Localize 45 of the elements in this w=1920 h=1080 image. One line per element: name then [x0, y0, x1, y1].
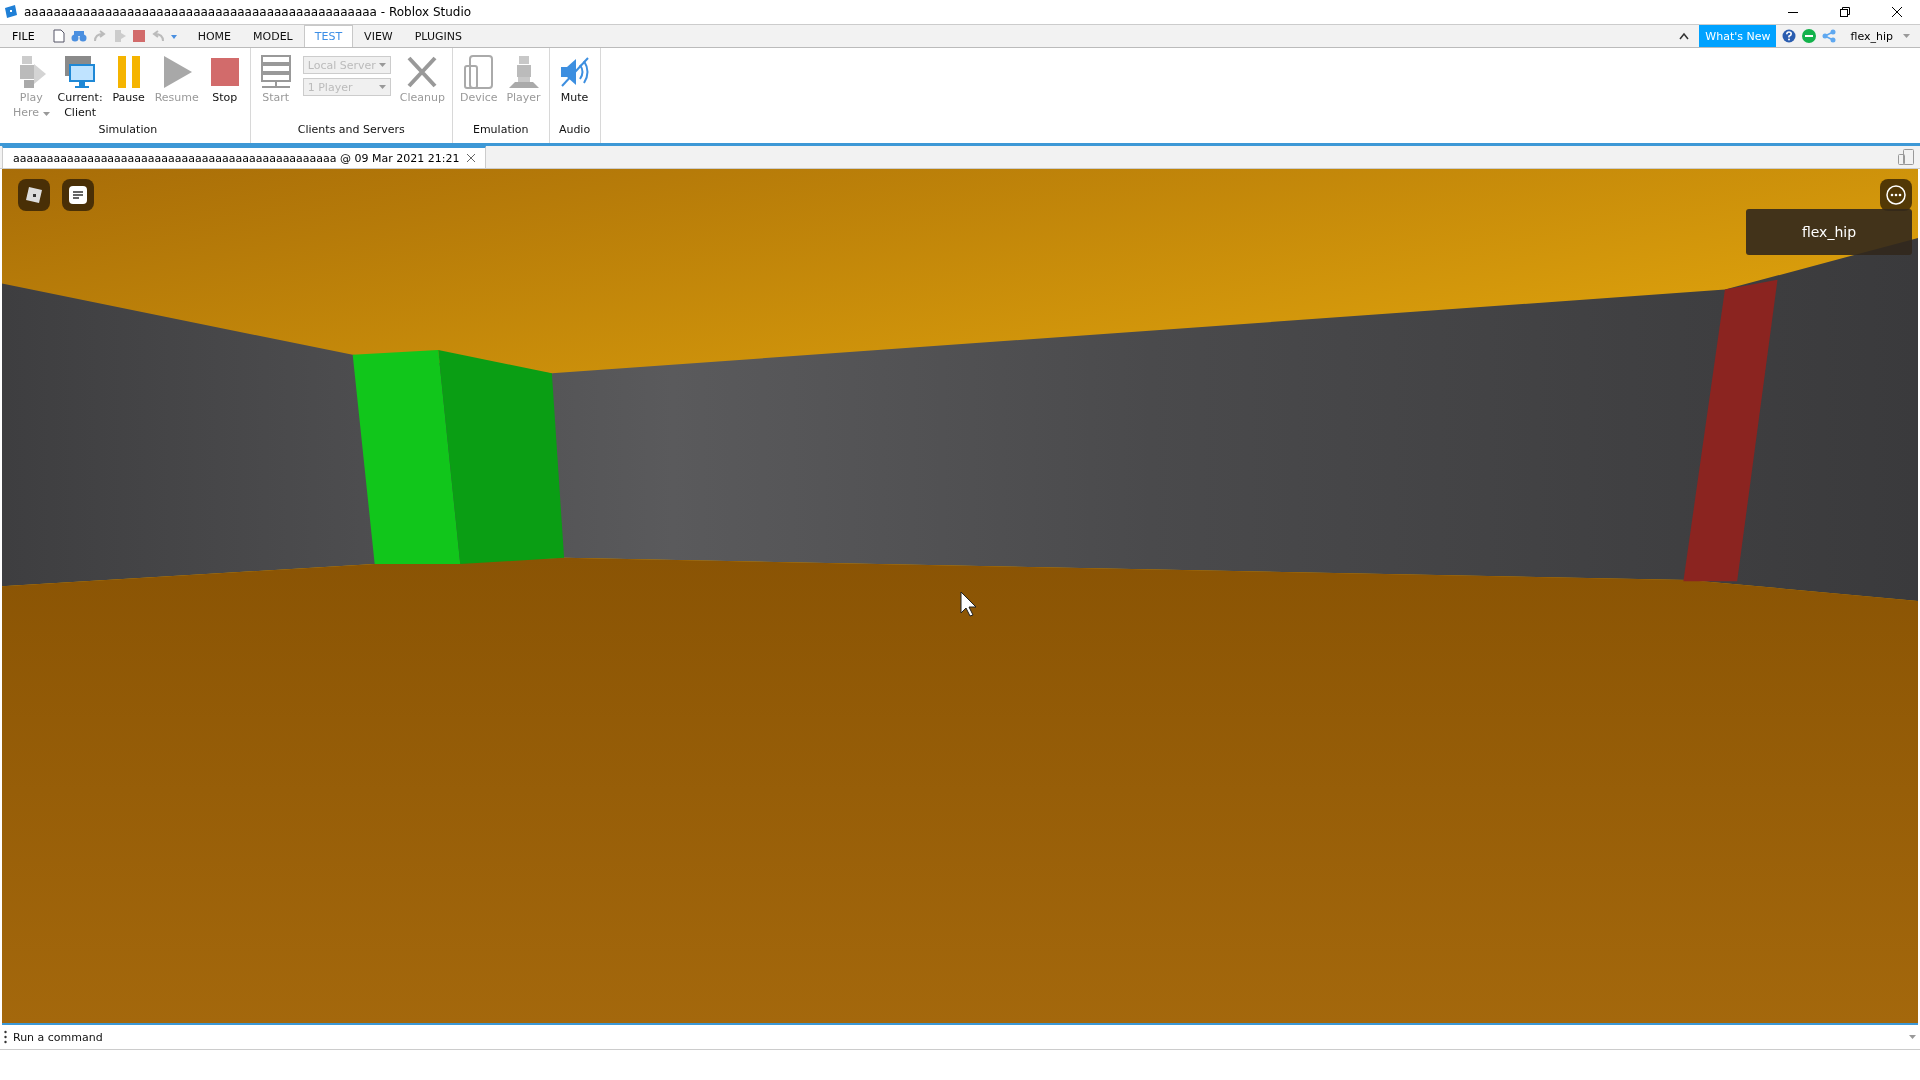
player-name-label: flex_hip [1746, 209, 1912, 255]
chat-button[interactable] [62, 179, 94, 211]
cursor-icon [960, 591, 978, 617]
window-title: aaaaaaaaaaaaaaaaaaaaaaaaaaaaaaaaaaaaaaaaaaaaaaaa - Roblox Studio [24, 5, 473, 19]
ribbon-tab[interactable]: PLUGINS [403, 25, 473, 47]
caret-icon[interactable] [170, 33, 177, 39]
chat-icon [69, 186, 87, 204]
ribbon-tab[interactable]: MODEL [242, 25, 304, 47]
roblox-logo-icon [25, 186, 43, 204]
ribbon-button[interactable]: Mute [553, 54, 596, 123]
ribbon-tab[interactable]: VIEW [353, 25, 404, 47]
caret-icon [378, 63, 386, 67]
file-menu[interactable]: FILE [0, 25, 47, 47]
group-label: Audio [557, 123, 592, 138]
ribbon-button[interactable]: Pause [107, 54, 150, 123]
roblox-menu-button[interactable] [18, 179, 50, 211]
new-file-icon[interactable] [52, 29, 65, 43]
user-menu[interactable]: flex_hip [1846, 25, 1897, 47]
group-label: Simulation [97, 123, 159, 138]
more-button[interactable] [1880, 179, 1912, 211]
caret-icon [1903, 34, 1910, 38]
minimize-icon[interactable] [1788, 11, 1798, 13]
ribbon-button[interactable]: Current: Client [54, 54, 106, 123]
caret-icon [1909, 1035, 1916, 1039]
document-tab[interactable]: aaaaaaaaaaaaaaaaaaaaaaaaaaaaaaaaaaaaaaaaaaaaaaaa @ 09 Mar 2021 21:21 [2, 146, 487, 168]
group-label: Emulation [471, 123, 530, 138]
ribbon-button[interactable]: Stop [203, 54, 246, 123]
caret-icon [42, 112, 50, 116]
caret-icon [378, 85, 386, 89]
monitor-icon [63, 54, 98, 90]
chevron-up-icon[interactable] [1679, 32, 1690, 40]
grip-icon[interactable] [4, 1030, 7, 1044]
binoculars-icon[interactable] [70, 30, 87, 42]
device-icon[interactable] [1898, 149, 1914, 165]
restore-icon[interactable] [1840, 7, 1850, 17]
more-icon [1886, 185, 1906, 205]
status-icon[interactable] [1802, 29, 1817, 43]
app-logo-icon [4, 5, 18, 19]
group-label: Clients and Servers [296, 123, 406, 138]
stop-icon[interactable] [132, 30, 145, 42]
ribbon-tab[interactable]: HOME [186, 25, 243, 47]
help-icon[interactable] [1782, 29, 1797, 43]
device-icon [461, 54, 496, 90]
server-icon [258, 54, 293, 90]
close-icon[interactable] [1892, 7, 1902, 17]
